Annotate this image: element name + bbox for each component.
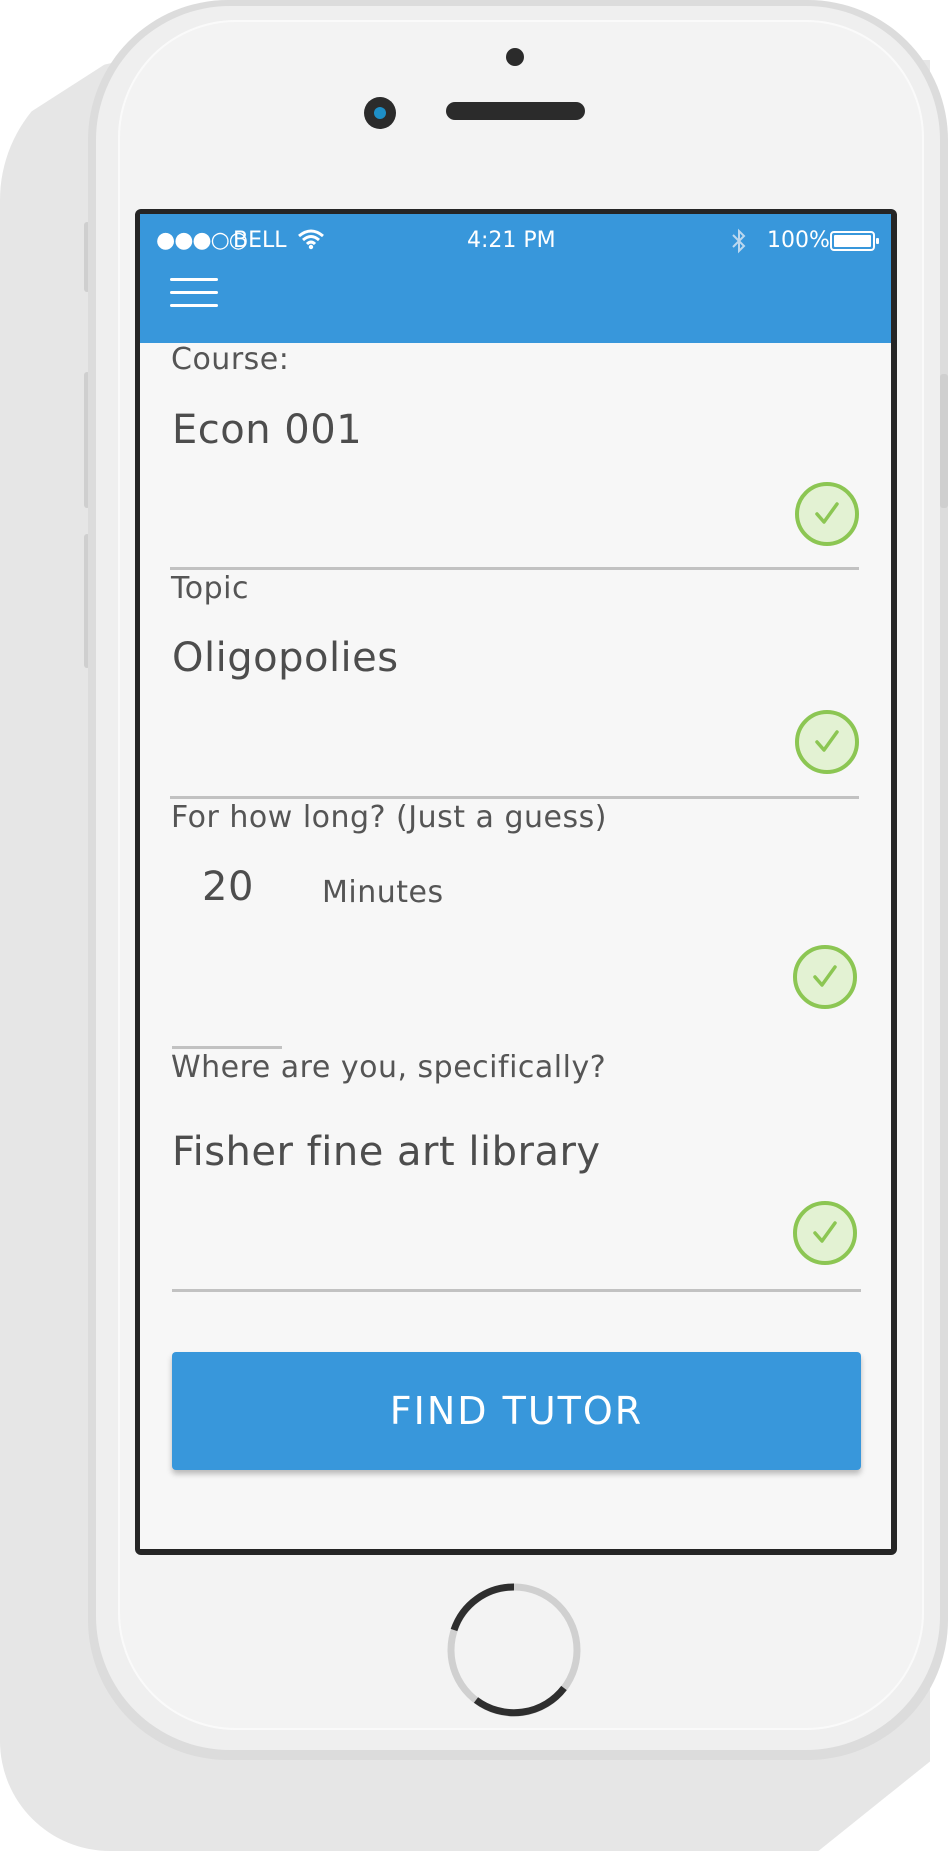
wifi-icon [298,228,324,254]
location-label: Where are you, specifically? [171,1050,607,1085]
duration-unit: Minutes [322,875,444,910]
app-header: ●●●○○ BELL 4:21 PM 100% [140,214,891,343]
location-field[interactable]: Fisher fine art library [172,1129,601,1175]
course-label: Course: [171,342,290,377]
proximity-sensor [506,48,524,66]
course-underline [170,567,859,570]
carrier-name: BELL [233,228,287,253]
topic-underline [170,796,859,799]
topic-valid-check-icon [795,710,859,774]
location-underline [172,1289,861,1292]
topic-label: Topic [171,571,249,606]
location-valid-check-icon [793,1201,857,1265]
home-button[interactable] [446,1582,582,1718]
find-tutor-button[interactable]: FIND TUTOR [172,1352,861,1470]
battery-icon [830,231,880,255]
clock: 4:21 PM [467,228,556,253]
hamburger-menu-icon[interactable] [140,264,250,334]
topic-field[interactable]: Oligopolies [172,635,399,681]
battery-percent: 100% [767,228,830,253]
duration-valid-check-icon [793,945,857,1009]
duration-label: For how long? (Just a guess) [171,800,607,835]
duration-underline [172,1046,282,1049]
app-screen: ●●●○○ BELL 4:21 PM 100% Course: Econ 001… [140,214,891,1549]
course-field[interactable]: Econ 001 [172,407,362,453]
power-button [940,374,948,508]
duration-field[interactable]: 20 [202,864,254,910]
bluetooth-icon [731,228,747,258]
earpiece-speaker [446,102,585,120]
front-camera-icon [364,97,396,129]
course-valid-check-icon [795,482,859,546]
